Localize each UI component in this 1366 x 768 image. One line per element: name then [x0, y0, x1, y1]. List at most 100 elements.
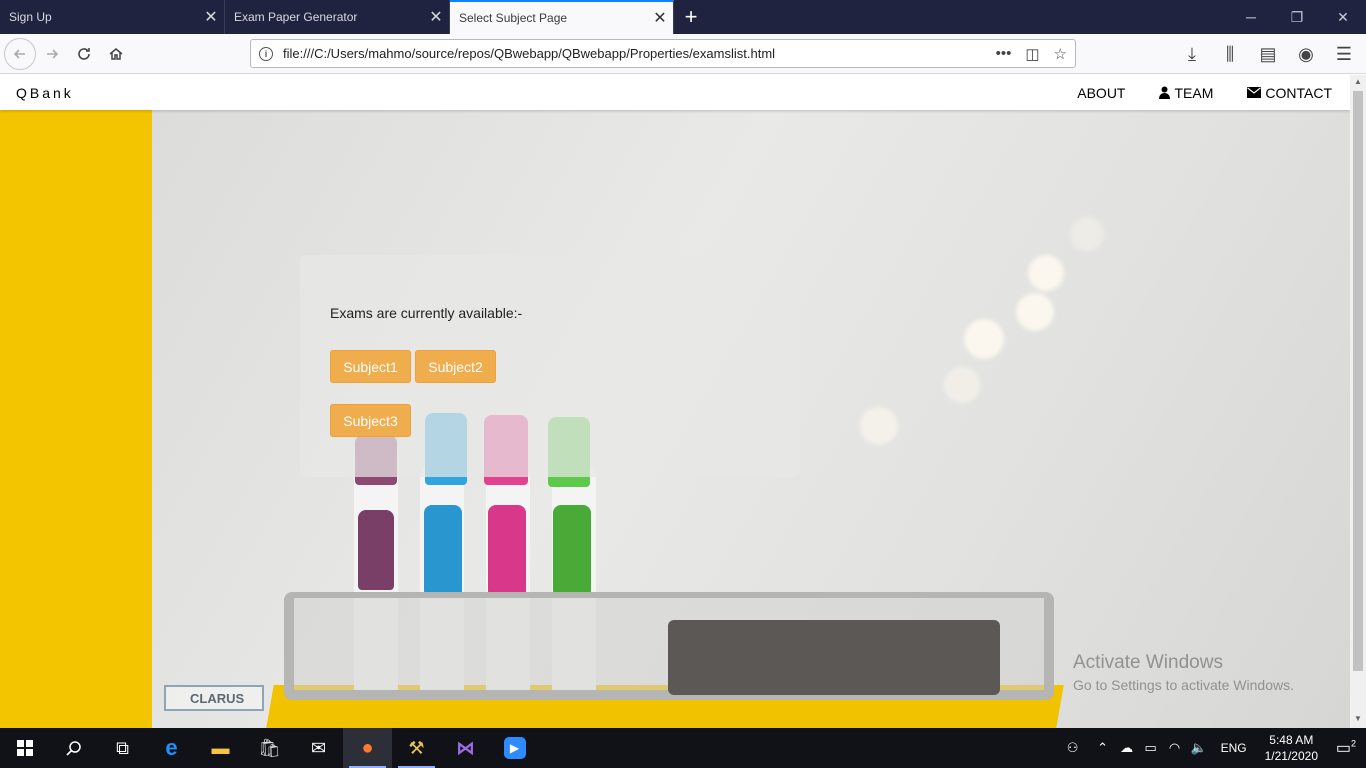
- browser-toolbar: i file:///C:/Users/mahmo/source/repos/QB…: [0, 34, 1366, 74]
- store-icon: 🛍: [258, 737, 281, 758]
- minimize-icon[interactable]: ─: [1228, 9, 1274, 25]
- bookmark-star-icon[interactable]: ☆: [1054, 45, 1067, 63]
- clock[interactable]: 5:48 AM 1/21/2020: [1257, 732, 1326, 764]
- firefox-taskbar-button[interactable]: ●: [343, 728, 392, 768]
- nav-contact-link[interactable]: CONTACT: [1230, 85, 1350, 101]
- people-icon[interactable]: ⚇: [1061, 740, 1085, 756]
- address-bar[interactable]: i file:///C:/Users/mahmo/source/repos/QB…: [250, 39, 1076, 68]
- page-actions-icon[interactable]: •••: [996, 45, 1012, 63]
- nav-about-link[interactable]: ABOUT: [1060, 85, 1142, 101]
- windows-logo-icon: [16, 740, 33, 756]
- folder-icon: ▬: [211, 737, 230, 758]
- green-marker-label: [553, 505, 591, 595]
- scroll-down-icon[interactable]: ▼: [1350, 712, 1366, 726]
- visual-studio-icon: ⋈: [456, 737, 475, 758]
- reload-button[interactable]: [68, 38, 100, 70]
- download-icon: ⤓: [1188, 43, 1196, 64]
- subject3-button[interactable]: Subject3: [330, 404, 411, 437]
- exams-panel: Exams are currently available:- Subject1…: [300, 255, 800, 477]
- arrow-left-icon: [13, 48, 25, 59]
- volume-icon[interactable]: 🔈: [1187, 740, 1211, 756]
- eraser: [668, 620, 1000, 695]
- wifi-icon[interactable]: ◠: [1163, 740, 1187, 756]
- reload-icon: [78, 47, 90, 60]
- system-tray: ⚇ ⌃ ☁ ▭ ◠ 🔈 ENG 5:48 AM 1/21/2020 ▭2: [1061, 728, 1366, 768]
- search-button[interactable]: [49, 728, 98, 768]
- new-tab-button[interactable]: +: [674, 0, 708, 34]
- show-hidden-icons-chevron-icon[interactable]: ⌃: [1091, 740, 1115, 756]
- edge-taskbar-button[interactable]: e: [147, 728, 196, 768]
- sidebar-button[interactable]: ▤: [1252, 38, 1284, 70]
- light-bokeh: [1016, 293, 1054, 331]
- nav-team-link[interactable]: TEAM: [1142, 85, 1230, 101]
- tab-title: Exam Paper Generator: [234, 10, 358, 24]
- battery-icon[interactable]: ▭: [1139, 740, 1163, 756]
- subject1-button[interactable]: Subject1: [330, 350, 411, 383]
- pocket-icon[interactable]: ◫: [1025, 45, 1039, 63]
- tab-title: Sign Up: [9, 10, 52, 24]
- activate-windows-watermark: Activate Windows Go to Settings to activ…: [1073, 652, 1294, 693]
- close-tab-icon[interactable]: ✕: [423, 7, 449, 27]
- nav-about-label: ABOUT: [1077, 84, 1126, 101]
- light-bokeh: [860, 407, 898, 445]
- mail-taskbar-button[interactable]: ✉: [294, 728, 343, 768]
- forward-button[interactable]: [36, 38, 68, 70]
- site-brand[interactable]: QBank: [16, 85, 74, 101]
- onedrive-icon[interactable]: ☁: [1115, 740, 1139, 756]
- page-scrollbar[interactable]: ▲ ▼: [1350, 75, 1366, 728]
- toolbar-tools: ⤓ ⫼ ▤ ◉ ☰: [1176, 38, 1360, 70]
- tab-select-subject-page[interactable]: Select Subject Page ✕: [450, 0, 674, 34]
- envelope-icon: [1247, 87, 1262, 98]
- tab-exam-paper-generator[interactable]: Exam Paper Generator ✕: [225, 0, 450, 34]
- scroll-up-icon[interactable]: ▲: [1350, 75, 1366, 89]
- light-bokeh: [944, 367, 980, 403]
- dev-tool-taskbar-button[interactable]: ⚒: [392, 728, 441, 768]
- mail-icon: ✉: [310, 737, 327, 758]
- downloads-button[interactable]: ⤓: [1176, 38, 1208, 70]
- back-button[interactable]: [4, 37, 36, 70]
- site-navbar: QBank ABOUT TEAM CONTACT: [0, 75, 1350, 110]
- scroll-thumb[interactable]: [1353, 91, 1363, 671]
- store-taskbar-button[interactable]: 🛍: [245, 728, 294, 768]
- home-button[interactable]: [100, 38, 132, 70]
- search-icon: [65, 741, 81, 756]
- file-explorer-taskbar-button[interactable]: ▬: [196, 728, 245, 768]
- nav-team-label: TEAM: [1174, 84, 1214, 101]
- yellow-wall-background: [0, 110, 152, 728]
- clock-date: 1/21/2020: [1264, 749, 1318, 763]
- exams-available-text: Exams are currently available:-: [330, 305, 523, 321]
- window-controls: ─ ❐ ✕: [1228, 0, 1366, 34]
- library-button[interactable]: ⫼: [1214, 38, 1246, 70]
- close-tab-icon[interactable]: ✕: [198, 7, 224, 27]
- start-button[interactable]: [0, 728, 49, 768]
- light-bokeh: [964, 319, 1004, 359]
- visual-studio-taskbar-button[interactable]: ⋈: [441, 728, 490, 768]
- account-icon: ◉: [1298, 43, 1314, 64]
- sidebar-icon: ▤: [1259, 43, 1277, 64]
- account-button[interactable]: ◉: [1290, 38, 1322, 70]
- tab-strip: Sign Up ✕ Exam Paper Generator ✕ Select …: [0, 0, 1366, 34]
- taskbar: ⧉ e ▬ 🛍 ✉ ● ⚒ ⋈ ▶ ⚇ ⌃ ☁ ▭ ◠ 🔈 ENG 5:48 A…: [0, 728, 1366, 768]
- pink-marker-label: [488, 505, 526, 595]
- clarus-logo: CLARUS: [164, 685, 264, 711]
- blue-marker-label: [424, 505, 462, 595]
- task-view-button[interactable]: ⧉: [98, 728, 147, 768]
- purple-marker-label: [358, 510, 394, 590]
- light-bokeh: [1028, 255, 1064, 291]
- close-window-icon[interactable]: ✕: [1320, 9, 1366, 26]
- zoom-taskbar-button[interactable]: ▶: [490, 728, 539, 768]
- arrow-right-icon: [47, 48, 59, 59]
- action-center-button[interactable]: ▭2: [1326, 738, 1366, 758]
- clock-time: 5:48 AM: [1269, 733, 1314, 747]
- menu-button[interactable]: ☰: [1328, 38, 1360, 70]
- task-view-icon: ⧉: [116, 737, 129, 758]
- restore-icon[interactable]: ❐: [1274, 9, 1320, 26]
- library-icon: ⫼: [1225, 43, 1235, 64]
- subject2-button[interactable]: Subject2: [415, 350, 496, 383]
- site-nav-links: ABOUT TEAM CONTACT: [1060, 85, 1350, 101]
- tab-sign-up[interactable]: Sign Up ✕: [0, 0, 225, 34]
- url-text[interactable]: file:///C:/Users/mahmo/source/repos/QBwe…: [283, 46, 996, 61]
- close-tab-icon[interactable]: ✕: [647, 8, 673, 28]
- language-indicator[interactable]: ENG: [1211, 741, 1257, 755]
- info-icon[interactable]: i: [259, 46, 273, 61]
